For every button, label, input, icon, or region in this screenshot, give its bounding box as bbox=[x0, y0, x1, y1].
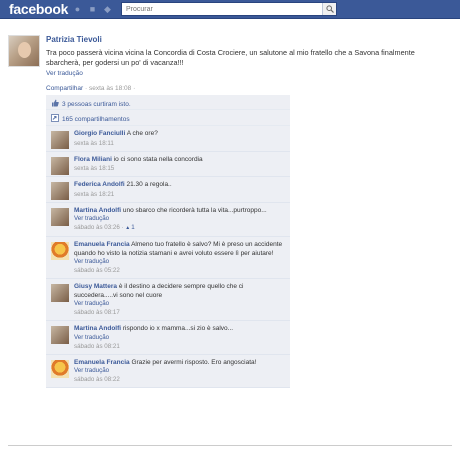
comment-meta: sábado às 08:21 bbox=[74, 342, 285, 351]
comment-timestamp[interactable]: sábado às 08:21 bbox=[74, 343, 120, 350]
thumbs-up-icon bbox=[51, 99, 59, 107]
share-icon bbox=[51, 114, 59, 122]
top-bar: facebook ● ■ ◆ bbox=[0, 0, 460, 19]
comment-content: Giorgio Fanciulli A che ore? bbox=[74, 130, 285, 139]
post-text: Tra poco passerà vicina vicina la Concor… bbox=[46, 48, 415, 67]
comment-meta: sexta às 18:15 bbox=[74, 164, 285, 173]
commenter-name[interactable]: Emanuela Francia bbox=[74, 241, 130, 248]
comment-meta: sábado às 03:26 · ▲1 bbox=[74, 223, 285, 233]
comment-text: 21.30 a regola.. bbox=[126, 181, 172, 188]
comment-text: uno sbarco che ricorderà tutta la vita..… bbox=[122, 206, 267, 214]
comment-timestamp[interactable]: sábado às 03:26 · bbox=[74, 224, 125, 231]
commenter-avatar[interactable] bbox=[51, 242, 69, 260]
shares-count-link[interactable]: 165 compartilhamentos bbox=[62, 116, 130, 123]
post-actions: Compartilhar · sexta às 18:08 · bbox=[46, 85, 135, 92]
search-box bbox=[121, 2, 337, 16]
comment: Giusy Mattera è il destino a decidere se… bbox=[46, 279, 290, 321]
comment-timestamp[interactable]: sexta às 18:15 bbox=[74, 165, 114, 172]
post-translate-link[interactable]: Ver tradução bbox=[46, 70, 446, 77]
comment-likes-count: 1 bbox=[131, 224, 135, 231]
commenter-name[interactable]: Emanuela Francia bbox=[74, 359, 130, 366]
facebook-logo[interactable]: facebook bbox=[9, 1, 68, 17]
comment-content: Martina Andolfi rispondo io x mamma...si… bbox=[74, 325, 285, 334]
likes-row: 3 pessoas curtiram isto. bbox=[46, 95, 290, 110]
share-link[interactable]: Compartilhar bbox=[46, 85, 83, 92]
comment-timestamp[interactable]: sábado às 08:17 bbox=[74, 309, 120, 316]
friend-requests-icon[interactable]: ● bbox=[72, 4, 83, 14]
comment-content: Flora Miliani io ci sono stata nella con… bbox=[74, 156, 285, 165]
commenter-name[interactable]: Giorgio Fanciulli bbox=[74, 130, 125, 137]
comment-content: Emanuela Francia Almeno tuo fratello è s… bbox=[74, 241, 285, 258]
commenter-name[interactable]: Martina Andolfi bbox=[74, 207, 121, 214]
comment-text: A che ore? bbox=[126, 130, 158, 137]
commenter-avatar[interactable] bbox=[51, 359, 69, 378]
shares-row: 165 compartilhamentos bbox=[46, 110, 290, 126]
comment: Federica Andolfi 21.30 a regola.. sexta à… bbox=[46, 177, 290, 203]
comment-translate-link[interactable]: Ver tradução bbox=[74, 258, 285, 266]
comment-likes[interactable]: ▲1 bbox=[125, 224, 134, 231]
comment: Martina Andolfi uno sbarco che ricorderà… bbox=[46, 202, 290, 237]
comment-content: Martina Andolfi uno sbarco che ricorderà… bbox=[74, 207, 285, 216]
divider bbox=[8, 445, 452, 446]
search-input[interactable] bbox=[122, 3, 318, 15]
commenter-avatar[interactable] bbox=[51, 182, 69, 200]
notifications-icon[interactable]: ◆ bbox=[102, 4, 113, 14]
comment-translate-link[interactable]: Ver tradução bbox=[74, 300, 285, 308]
thumbs-up-icon: ▲ bbox=[125, 225, 131, 231]
comment: Emanuela Francia Almeno tuo fratello è s… bbox=[46, 237, 290, 279]
comment-meta: sábado às 05:22 bbox=[74, 266, 285, 275]
comment-text: rispondo io x mamma...si zio è salvo... bbox=[122, 325, 234, 332]
comment: Flora Miliani io ci sono stata nella con… bbox=[46, 151, 290, 177]
comment-meta: sexta às 18:21 bbox=[74, 190, 285, 199]
comment: Martina Andolfi rispondo io x mamma...si… bbox=[46, 321, 290, 355]
post-author-name[interactable]: Patrizia Tievoli bbox=[46, 35, 446, 44]
comment-text: Grazie per avermi risposto. Ero angoscia… bbox=[131, 358, 257, 366]
separator: · bbox=[131, 85, 136, 92]
comment: Giorgio Fanciulli A che ore? sexta às 18:… bbox=[46, 126, 290, 152]
search-button[interactable] bbox=[322, 3, 336, 15]
comment-content: Emanuela Francia Grazie per avermi rispo… bbox=[74, 359, 285, 368]
author-avatar[interactable] bbox=[8, 35, 40, 67]
comment-timestamp[interactable]: sexta às 18:11 bbox=[74, 140, 114, 147]
comment-timestamp[interactable]: sexta às 18:21 bbox=[74, 191, 114, 198]
commenter-name[interactable]: Federica Andolfi bbox=[74, 181, 125, 188]
commenter-avatar[interactable] bbox=[51, 131, 69, 149]
notification-jewels: ● ■ ◆ bbox=[72, 4, 113, 14]
post-timestamp[interactable]: sexta às 18:08 bbox=[89, 85, 131, 92]
commenter-avatar[interactable] bbox=[51, 207, 69, 226]
comment-meta: sábado às 08:17 bbox=[74, 308, 285, 317]
comment-translate-link[interactable]: Ver tradução bbox=[74, 215, 285, 223]
likes-count-link[interactable]: 3 pessoas curtiram isto. bbox=[62, 101, 131, 108]
comment-timestamp[interactable]: sábado às 08:22 bbox=[74, 376, 120, 383]
commenter-avatar[interactable] bbox=[51, 156, 69, 175]
feedback-panel: 3 pessoas curtiram isto. 165 compartilha… bbox=[46, 95, 290, 388]
post-body: Patrizia Tievoli Tra poco passerà vicina… bbox=[46, 35, 446, 77]
comment: Emanuela Francia Grazie per avermi rispo… bbox=[46, 354, 290, 388]
comment-translate-link[interactable]: Ver tradução bbox=[74, 334, 285, 342]
commenter-name[interactable]: Martina Andolfi bbox=[74, 325, 121, 332]
comment-timestamp[interactable]: sábado às 05:22 bbox=[74, 267, 120, 274]
commenter-avatar[interactable] bbox=[51, 284, 69, 302]
comment-text: io ci sono stata nella concordia bbox=[113, 155, 203, 163]
commenter-name[interactable]: Flora Miliani bbox=[74, 156, 112, 163]
comment-content: Giusy Mattera è il destino a decidere se… bbox=[74, 283, 285, 300]
comment-meta: sábado às 08:22 bbox=[74, 375, 285, 384]
commenter-name[interactable]: Giusy Mattera bbox=[74, 283, 117, 290]
commenter-avatar[interactable] bbox=[51, 326, 69, 344]
comment-content: Federica Andolfi 21.30 a regola.. bbox=[74, 181, 285, 190]
messages-icon[interactable]: ■ bbox=[87, 4, 98, 14]
comments-list: Giorgio Fanciulli A che ore? sexta às 18:… bbox=[46, 126, 290, 388]
comment-translate-link[interactable]: Ver tradução bbox=[74, 367, 285, 375]
search-icon bbox=[326, 5, 334, 13]
comment-meta: sexta às 18:11 bbox=[74, 139, 285, 148]
